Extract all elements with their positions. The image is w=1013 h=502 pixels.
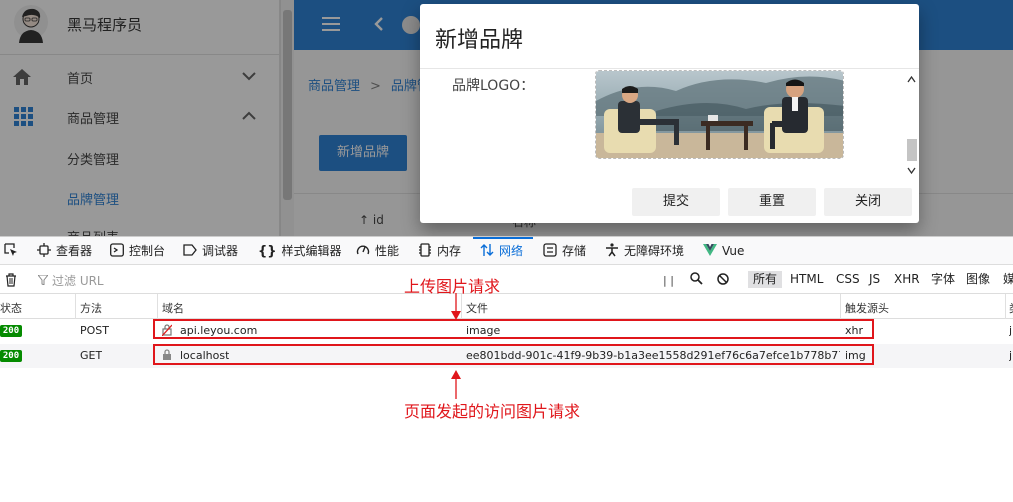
vue-logo-icon: [703, 244, 717, 256]
tab-style-editor[interactable]: {} 样式编辑器: [258, 242, 342, 260]
status-badge: 200: [0, 325, 22, 337]
request-row[interactable]: 200 GET localhost ee801bdd-901c-41f9-9b3…: [0, 344, 1013, 368]
tab-inspector[interactable]: 查看器: [37, 242, 92, 260]
request-cause: img: [845, 349, 866, 362]
type-filter-js[interactable]: JS: [864, 271, 885, 288]
request-file: image: [466, 324, 501, 337]
type-filter-xhr[interactable]: XHR: [889, 271, 925, 288]
submit-button[interactable]: 提交: [632, 188, 720, 216]
tab-performance[interactable]: 性能: [356, 242, 399, 260]
search-icon[interactable]: [690, 272, 703, 285]
tab-label: 查看器: [56, 244, 93, 258]
tab-label: Vue: [722, 244, 745, 258]
tab-label: 控制台: [129, 244, 166, 258]
request-method: POST: [80, 324, 109, 337]
active-tab-indicator: [473, 237, 533, 239]
request-file: ee801bdd-901c-41f9-9b39-b1a3ee1558d291ef…: [466, 349, 840, 362]
tab-storage[interactable]: 存储: [543, 242, 586, 260]
dialog-divider: [420, 68, 919, 69]
column-type[interactable]: 类: [1009, 300, 1013, 316]
column-cause[interactable]: 触发源头: [845, 300, 889, 316]
debugger-icon: [183, 244, 197, 256]
status-badge: 200: [0, 350, 22, 362]
type-filter-media[interactable]: 媒: [998, 271, 1013, 288]
filter-icon: [38, 275, 48, 285]
annotation-page-image-request: 页面发起的访问图片请求: [404, 402, 581, 421]
insecure-lock-icon: [162, 324, 172, 336]
browser-devtools: 查看器 控制台 调试器 {} 样式编辑器 性能 内存 网络 存储 无障碍环境 Vu…: [0, 236, 1013, 502]
close-button[interactable]: 关闭: [824, 188, 912, 216]
domain-text: localhost: [180, 349, 230, 362]
tab-label: 性能: [375, 244, 400, 258]
lock-icon: [163, 349, 171, 360]
tab-label: 存储: [562, 244, 587, 258]
uploaded-logo-image[interactable]: [595, 70, 844, 159]
column-divider: [157, 294, 158, 319]
tab-accessibility[interactable]: 无障碍环境: [605, 242, 684, 260]
storage-icon: [543, 243, 557, 257]
tab-label: 无障碍环境: [624, 244, 685, 258]
braces-icon: {}: [258, 244, 277, 259]
type-filter-image[interactable]: 图像: [961, 271, 995, 288]
logo-field-label: 品牌LOGO：: [452, 78, 535, 94]
scroll-up-icon[interactable]: [907, 76, 916, 83]
tab-label: 网络: [499, 244, 524, 258]
column-divider: [75, 294, 76, 319]
console-icon: [110, 243, 124, 257]
column-divider: [1005, 294, 1006, 319]
performance-icon: [356, 245, 370, 255]
filter-url-input[interactable]: 过滤 URL: [52, 272, 104, 289]
scrollbar-thumb[interactable]: [907, 139, 917, 161]
pause-icon[interactable]: | |: [663, 274, 674, 287]
request-table-header: 状态 方法 域名 文件 触发源头 类: [0, 294, 1013, 319]
column-file[interactable]: 文件: [466, 300, 488, 316]
devtools-tabbar: 查看器 控制台 调试器 {} 样式编辑器 性能 内存 网络 存储 无障碍环境 Vu…: [0, 237, 1013, 265]
tab-network[interactable]: 网络: [480, 242, 523, 260]
memory-icon: [419, 243, 431, 257]
inspector-icon: [37, 243, 51, 257]
request-domain: api.leyou.com: [162, 324, 257, 337]
request-type: j: [1009, 349, 1013, 362]
tab-debugger[interactable]: 调试器: [183, 242, 238, 260]
column-domain[interactable]: 域名: [162, 300, 184, 316]
type-filter-css[interactable]: CSS: [831, 271, 865, 288]
block-icon[interactable]: [717, 273, 729, 285]
network-filter-bar: 过滤 URL | | 所有 HTML CSS JS XHR 字体 图像 媒: [0, 265, 1013, 294]
tab-label: 调试器: [202, 244, 239, 258]
type-filter-html[interactable]: HTML: [785, 271, 828, 288]
scroll-down-icon[interactable]: [907, 167, 916, 174]
column-method[interactable]: 方法: [80, 300, 102, 316]
request-method: GET: [80, 349, 103, 362]
network-arrows-icon: [480, 244, 494, 256]
tab-label: 内存: [437, 244, 462, 258]
type-filter-all[interactable]: 所有: [748, 271, 783, 288]
tab-vue[interactable]: Vue: [703, 242, 744, 260]
add-brand-dialog: 新增品牌 品牌LOGO： 提交 重置 关闭: [420, 4, 919, 223]
type-filter-font[interactable]: 字体: [926, 271, 960, 288]
dialog-title: 新增品牌: [435, 28, 524, 53]
column-status[interactable]: 状态: [0, 300, 22, 316]
tab-console[interactable]: 控制台: [110, 242, 165, 260]
trash-icon[interactable]: [5, 273, 17, 287]
arrow-down-icon: [451, 293, 461, 320]
request-domain: localhost: [162, 349, 229, 362]
domain-text: api.leyou.com: [180, 324, 258, 337]
accessibility-icon: [606, 243, 618, 257]
arrow-up-icon: [451, 370, 461, 399]
column-divider: [840, 294, 841, 319]
screenshot-root: 黑马程序员 首页 商品管理 分类管理 品牌管理 商品管理 > 品牌管理 新增品牌…: [0, 0, 1013, 502]
dialog-scrollbar[interactable]: [904, 70, 919, 180]
tab-label: 样式编辑器: [281, 244, 342, 258]
request-cause: xhr: [845, 324, 864, 337]
tab-memory[interactable]: 内存: [418, 242, 461, 260]
logo-photo: [596, 71, 843, 158]
element-picker-icon[interactable]: [4, 243, 18, 257]
request-type: j: [1009, 324, 1013, 337]
reset-button[interactable]: 重置: [728, 188, 816, 216]
request-row[interactable]: 200 POST api.leyou.com image xhr j: [0, 319, 1013, 343]
